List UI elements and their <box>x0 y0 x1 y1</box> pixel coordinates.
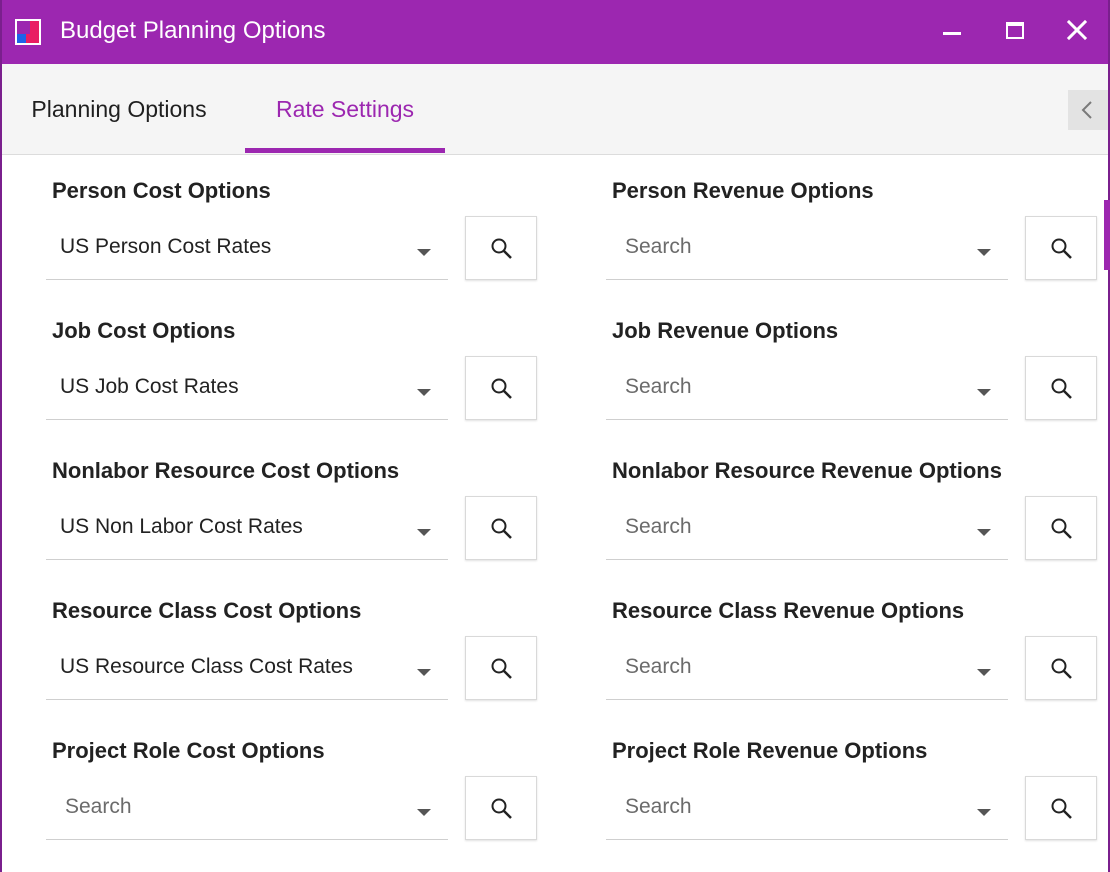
job-revenue-options-select[interactable]: Search <box>606 356 1008 420</box>
select-placeholder: Search <box>625 235 692 258</box>
person-revenue-options-label: Person Revenue Options <box>612 178 874 203</box>
tab-bar: Planning Options Rate Settings <box>2 64 1108 155</box>
project-role-cost-options-select[interactable]: Search <box>46 776 448 840</box>
resource-class-revenue-options-label: Resource Class Revenue Options <box>612 598 965 623</box>
project-role-cost-options-label: Project Role Cost Options <box>52 738 325 763</box>
nonlabor-resource-cost-options-label: Nonlabor Resource Cost Options <box>52 458 400 483</box>
dropdown-arrow-icon <box>416 244 432 262</box>
project-role-revenue-search-button[interactable] <box>1025 776 1097 840</box>
job-revenue-search-button[interactable] <box>1025 356 1097 420</box>
dropdown-arrow-icon <box>976 804 992 822</box>
person-cost-options-select[interactable]: US Person Cost Rates <box>46 216 448 280</box>
maximize-icon <box>992 10 1036 54</box>
dropdown-arrow-icon <box>976 244 992 262</box>
job-cost-search-button[interactable] <box>465 356 537 420</box>
person-revenue-options-select[interactable]: Search <box>606 216 1008 280</box>
nonlabor-resource-cost-search-button[interactable] <box>465 496 537 560</box>
dropdown-arrow-icon <box>416 804 432 822</box>
nonlabor-resource-revenue-options-label: Nonlabor Resource Revenue Options <box>612 458 1002 483</box>
select-placeholder: Search <box>625 515 692 538</box>
close-button[interactable] <box>1055 10 1099 54</box>
tab-scroll-button[interactable] <box>1068 90 1108 130</box>
project-role-cost-search-button[interactable] <box>465 776 537 840</box>
dropdown-arrow-icon <box>416 664 432 682</box>
resource-class-cost-options-select[interactable]: US Resource Class Cost Rates <box>46 636 448 700</box>
project-role-revenue-options-label: Project Role Revenue Options <box>612 738 928 763</box>
job-cost-options-label: Job Cost Options <box>52 318 236 343</box>
dropdown-arrow-icon <box>976 384 992 402</box>
resource-class-revenue-options-select[interactable]: Search <box>606 636 1008 700</box>
person-cost-options-label: Person Cost Options <box>52 178 271 203</box>
dropdown-arrow-icon <box>416 384 432 402</box>
select-value: US Non Labor Cost Rates <box>60 515 303 538</box>
dropdown-arrow-icon <box>976 664 992 682</box>
tab-rate-settings[interactable]: Rate Settings <box>245 64 445 154</box>
app-logo-icon <box>14 18 42 46</box>
resource-class-cost-search-button[interactable] <box>465 636 537 700</box>
dropdown-arrow-icon <box>976 524 992 542</box>
minimize-icon <box>930 10 974 54</box>
job-revenue-options-label: Job Revenue Options <box>612 318 839 343</box>
person-revenue-search-button[interactable] <box>1025 216 1097 280</box>
select-placeholder: Search <box>625 375 692 398</box>
project-role-revenue-options-select[interactable]: Search <box>606 776 1008 840</box>
minimize-button[interactable] <box>930 10 974 54</box>
person-cost-search-button[interactable] <box>465 216 537 280</box>
job-cost-options-select[interactable]: US Job Cost Rates <box>46 356 448 420</box>
dropdown-arrow-icon <box>416 524 432 542</box>
select-placeholder: Search <box>625 795 692 818</box>
select-value: US Resource Class Cost Rates <box>60 655 353 678</box>
select-placeholder: Search <box>65 795 132 818</box>
nonlabor-resource-revenue-options-select[interactable]: Search <box>606 496 1008 560</box>
select-value: US Job Cost Rates <box>60 375 239 398</box>
active-tab-indicator <box>245 148 445 153</box>
select-value: US Person Cost Rates <box>60 235 272 258</box>
title-bar: Budget Planning Options <box>2 0 1108 64</box>
select-placeholder: Search <box>625 655 692 678</box>
tab-planning-options[interactable]: Planning Options <box>14 64 224 154</box>
nonlabor-resource-cost-options-select[interactable]: US Non Labor Cost Rates <box>46 496 448 560</box>
resource-class-revenue-search-button[interactable] <box>1025 636 1097 700</box>
maximize-button[interactable] <box>992 10 1036 54</box>
rate-settings-panel: Person Cost Options US Person Cost Rates… <box>2 156 1108 872</box>
nonlabor-resource-revenue-search-button[interactable] <box>1025 496 1097 560</box>
close-icon <box>1055 10 1099 54</box>
resource-class-cost-options-label: Resource Class Cost Options <box>52 598 362 623</box>
window-title: Budget Planning Options <box>60 17 326 44</box>
